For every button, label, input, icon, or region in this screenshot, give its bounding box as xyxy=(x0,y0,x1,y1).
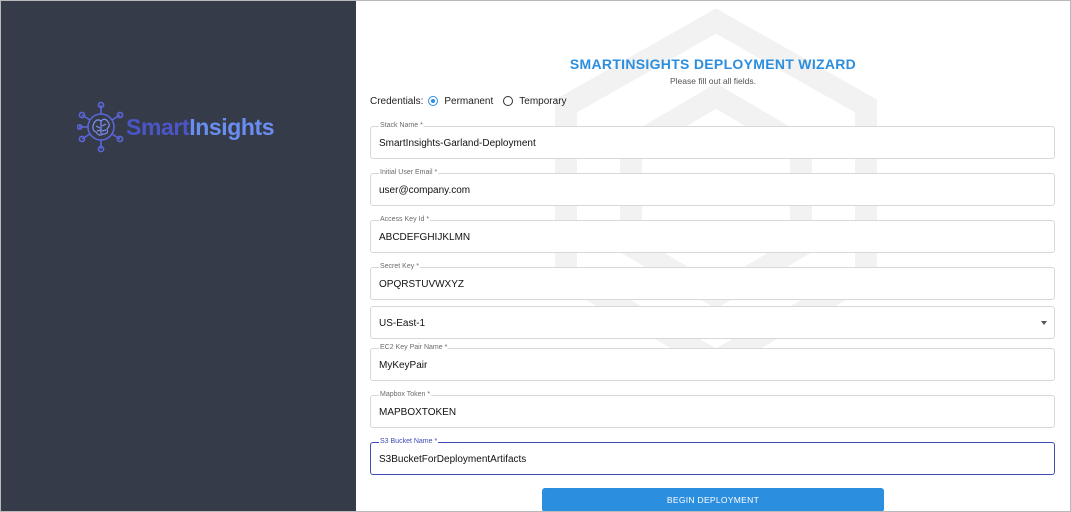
stack-name-input[interactable] xyxy=(379,138,1039,149)
credentials-radio-group: Credentials: Permanent Temporary xyxy=(370,94,577,108)
wizard-panel: SMARTINSIGHTS DEPLOYMENT WIZARD Please f… xyxy=(356,1,1070,511)
region-selected-value: US-East-1 xyxy=(379,318,426,329)
brand-wordmark: SmartInsights xyxy=(126,113,275,141)
initial-user-email-label: Initial User Email * xyxy=(379,168,439,178)
initial-user-email-field[interactable]: Initial User Email * xyxy=(370,168,1055,206)
ec2-key-pair-input[interactable] xyxy=(379,360,1039,371)
ec2-key-pair-field[interactable]: EC2 Key Pair Name * xyxy=(370,343,1055,381)
secret-key-field[interactable]: Secret Key * xyxy=(370,262,1055,300)
smartinsights-logo: SmartInsights xyxy=(77,101,287,153)
stack-name-field[interactable]: Stack Name * xyxy=(370,121,1055,159)
wizard-subtitle: Please fill out all fields. xyxy=(670,76,756,86)
ec2-key-pair-label: EC2 Key Pair Name * xyxy=(379,343,449,353)
credentials-label: Credentials: xyxy=(370,95,424,107)
brain-network-logo-icon xyxy=(77,101,124,153)
radio-checked-icon xyxy=(428,96,439,106)
brand-name-part1: Smart xyxy=(126,113,190,140)
s3-bucket-name-label: S3 Bucket Name * xyxy=(379,437,439,447)
begin-deployment-button[interactable]: BEGIN DEPLOYMENT xyxy=(542,488,884,511)
stack-name-label: Stack Name * xyxy=(379,121,424,131)
mapbox-token-field[interactable]: Mapbox Token * xyxy=(370,390,1055,428)
radio-temporary[interactable]: Temporary xyxy=(503,95,567,107)
access-key-id-label: Access Key Id * xyxy=(379,215,431,225)
radio-unchecked-icon xyxy=(503,96,514,106)
secret-key-input[interactable] xyxy=(379,279,1039,290)
radio-permanent[interactable]: Permanent xyxy=(428,96,493,107)
mapbox-token-input[interactable] xyxy=(379,407,1039,418)
radio-temporary-label: Temporary xyxy=(519,95,567,107)
access-key-id-input[interactable] xyxy=(379,232,1039,243)
sidebar: SmartInsights xyxy=(1,1,356,511)
radio-permanent-label: Permanent xyxy=(444,95,494,107)
secret-key-label: Secret Key * xyxy=(379,262,420,272)
s3-bucket-name-field[interactable]: S3 Bucket Name * xyxy=(370,437,1055,475)
initial-user-email-input[interactable] xyxy=(379,185,1039,196)
brand-name-part2: Insights xyxy=(189,113,275,140)
s3-bucket-name-input[interactable] xyxy=(379,454,1039,465)
wizard-title: SMARTINSIGHTS DEPLOYMENT WIZARD xyxy=(569,56,857,72)
region-select[interactable]: US-East-1 xyxy=(370,306,1055,339)
caret-down-icon xyxy=(1041,321,1047,325)
mapbox-token-label: Mapbox Token * xyxy=(379,390,432,400)
access-key-id-field[interactable]: Access Key Id * xyxy=(370,215,1055,253)
